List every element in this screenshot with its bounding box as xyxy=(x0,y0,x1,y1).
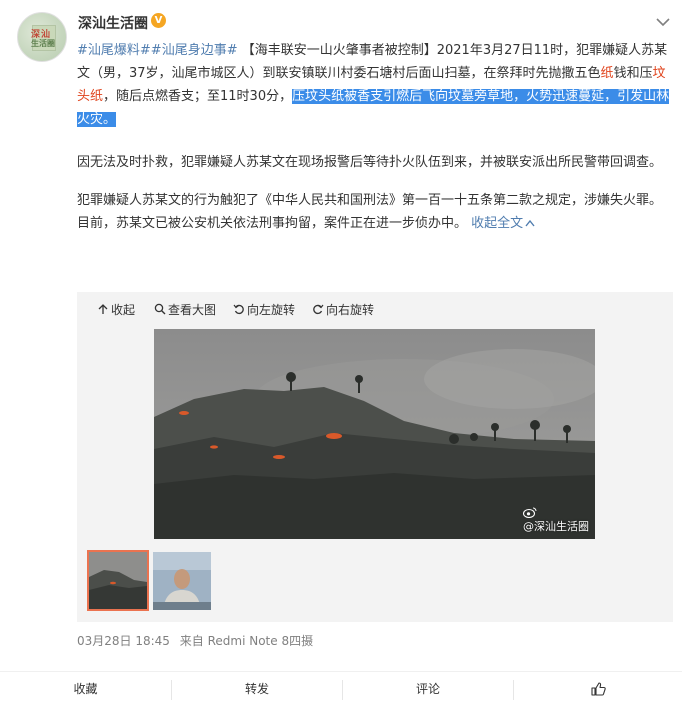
like-button[interactable] xyxy=(514,672,682,707)
collapse-text-label: 收起全文 xyxy=(471,216,524,231)
hashtag-shanwei-news[interactable]: #汕尾爆料# xyxy=(77,43,151,58)
post-paragraph-3: 犯罪嫌疑人苏某文的行为触犯了《中华人民共和国刑法》第一百一十五条第二款之规定，涉… xyxy=(77,189,673,235)
rotate-left-label: 向左旋转 xyxy=(247,303,296,317)
thumbnail-suspect-image xyxy=(153,552,211,610)
chevron-up-icon xyxy=(525,219,535,227)
repost-label: 转发 xyxy=(244,682,269,696)
collapse-media-button[interactable]: 收起 xyxy=(97,301,135,318)
image-watermark: @深汕生活圈 xyxy=(523,507,589,534)
hashtag-shanwei-local[interactable]: #汕尾身边事# xyxy=(151,43,238,58)
account-name[interactable]: 深汕生活圈 xyxy=(78,13,148,33)
repost-button[interactable]: 转发 xyxy=(172,672,342,707)
favorite-label: 收藏 xyxy=(73,682,98,696)
post-text-segment: ，随后点燃香支；至11时30分， xyxy=(103,89,293,104)
post-text-segment: 钱和压 xyxy=(613,66,653,81)
magnifier-icon xyxy=(154,303,166,315)
comment-label: 评论 xyxy=(415,682,440,696)
collapse-arrow-icon xyxy=(98,304,108,314)
post-paragraph-2: 因无法及时扑救，犯罪嫌疑人苏某文在现场报警后等待扑火队伍到来，并被联安派出所民警… xyxy=(77,155,663,170)
post-meta: 03月28日 18:45 来自 Redmi Note 8四摄 xyxy=(77,632,313,649)
rotate-right-label: 向右旋转 xyxy=(326,303,375,317)
like-icon xyxy=(590,682,606,696)
avatar-text-line2: 生活圈 xyxy=(31,39,55,48)
rotate-left-button[interactable]: 向左旋转 xyxy=(233,301,295,318)
post-source: 来自 Redmi Note 8四摄 xyxy=(179,634,314,648)
comment-button[interactable]: 评论 xyxy=(343,672,513,707)
media-panel: 收起 查看大图 向左旋转 向右旋转 @深汕生活圈 xyxy=(77,292,673,622)
post-timestamp[interactable]: 03月28日 18:45 xyxy=(77,634,170,648)
rotate-left-icon xyxy=(233,304,244,315)
collapse-media-label: 收起 xyxy=(111,303,136,317)
post-paragraph-1: #汕尾爆料##汕尾身边事# 【海丰联安一山火肇事者被控制】2021年3月27日1… xyxy=(77,39,673,131)
post-image-wildfire[interactable]: @深汕生活圈 xyxy=(154,329,595,539)
post-text: #汕尾爆料##汕尾身边事# 【海丰联安一山火肇事者被控制】2021年3月27日1… xyxy=(77,39,673,235)
view-large-label: 查看大图 xyxy=(168,303,217,317)
thumbnail-suspect[interactable] xyxy=(153,552,211,610)
verified-badge-icon: V xyxy=(151,13,166,28)
post-text-red: 纸 xyxy=(600,66,614,81)
weibo-post-card: 深汕 生活圈 深汕生活圈 V #汕尾爆料##汕尾身边事# 【海丰联安一山火肇事者… xyxy=(0,0,682,707)
action-bar: 收藏 转发 评论 xyxy=(0,671,682,707)
collapse-text-link[interactable]: 收起全文 xyxy=(471,216,535,231)
favorite-button[interactable]: 收藏 xyxy=(0,672,171,707)
watermark-text: @深汕生活圈 xyxy=(523,520,589,533)
thumbnail-wildfire[interactable] xyxy=(87,550,149,611)
weibo-logo-icon xyxy=(523,507,537,518)
avatar[interactable]: 深汕 生活圈 xyxy=(17,12,67,62)
thumbnail-wildfire-image xyxy=(89,552,147,609)
rotate-right-button[interactable]: 向右旋转 xyxy=(312,301,374,318)
rotate-right-icon xyxy=(313,304,324,315)
chevron-down-icon[interactable] xyxy=(655,15,671,29)
post-text-segment: 犯罪嫌疑人苏某文的行为触犯了《中华人民共和国刑法》第一百一十五条第二款之规定，涉… xyxy=(77,193,663,231)
view-large-button[interactable]: 查看大图 xyxy=(154,301,216,318)
